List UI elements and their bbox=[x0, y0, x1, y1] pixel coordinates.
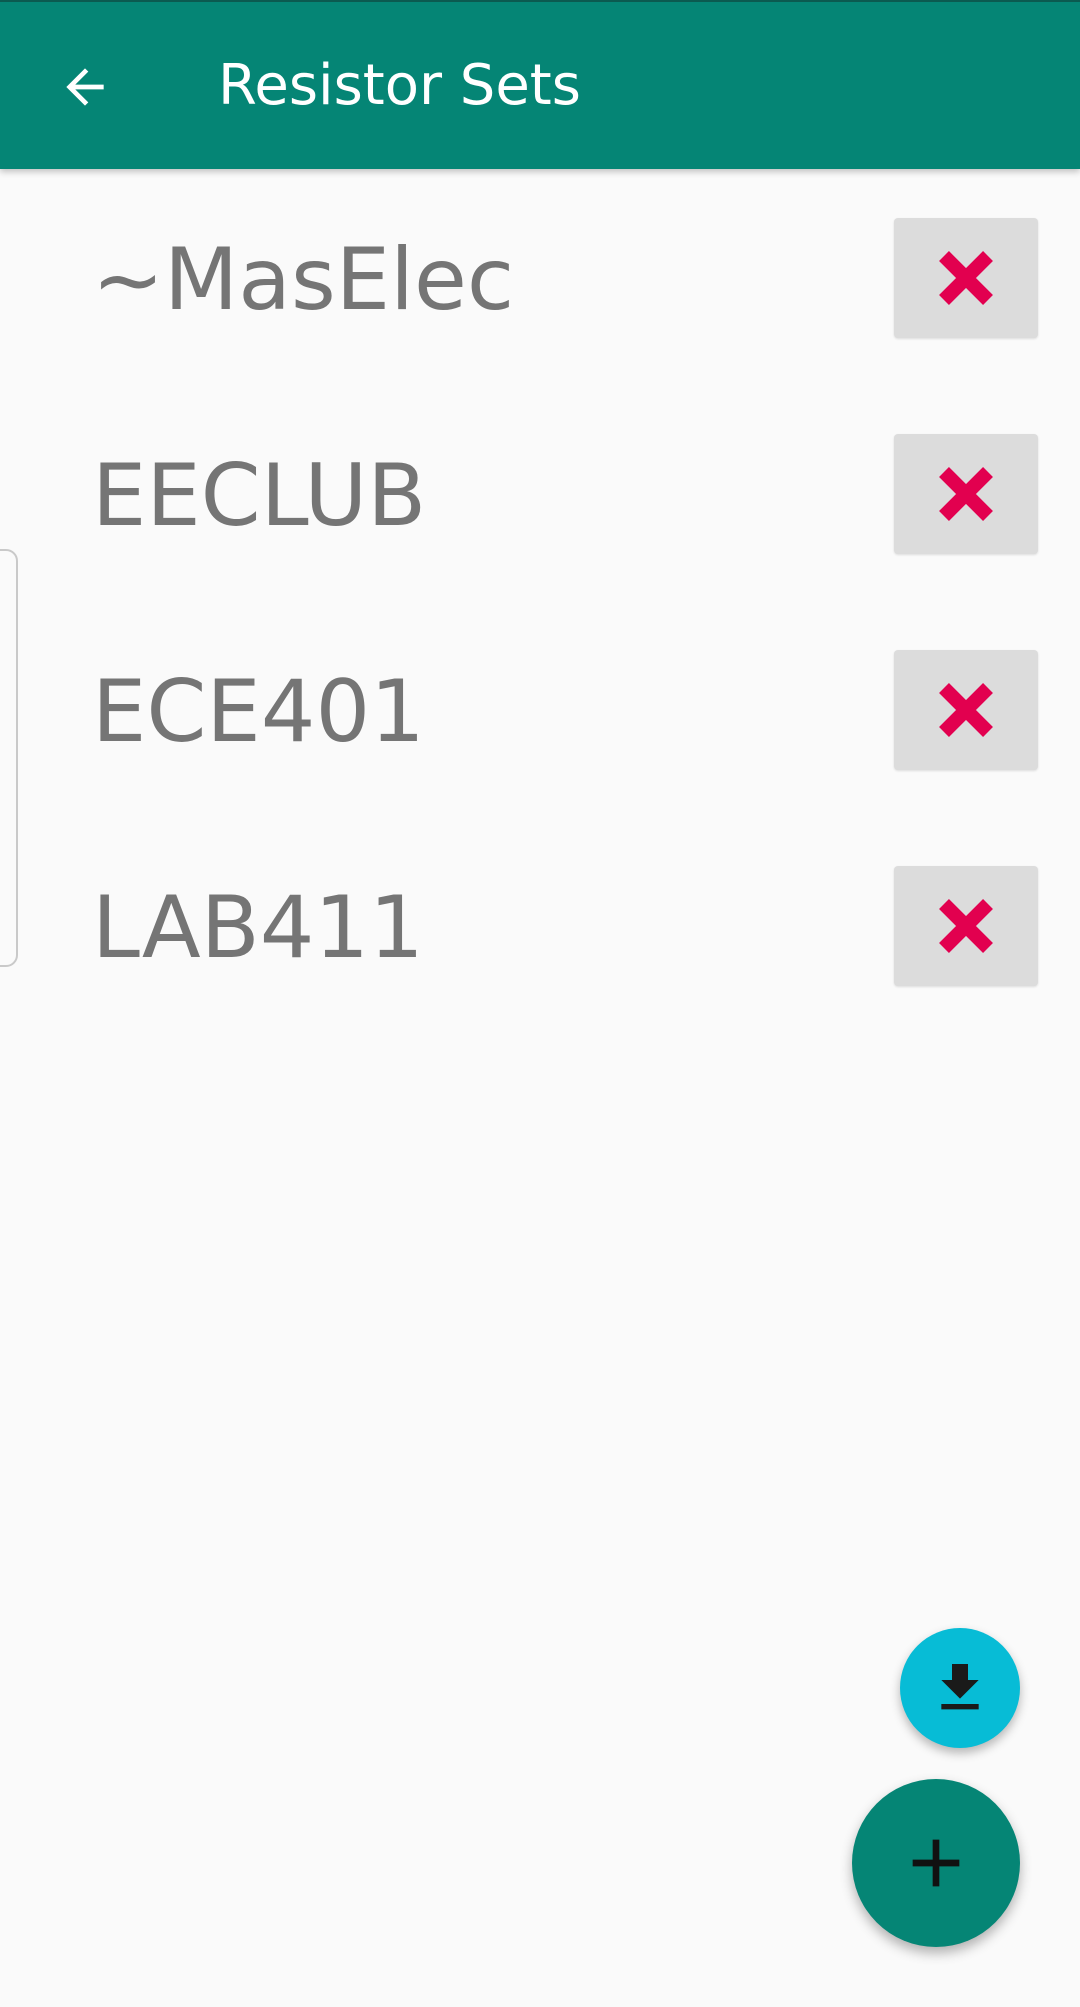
list-item[interactable]: ECE401 bbox=[0, 601, 1080, 817]
add-icon bbox=[912, 1839, 960, 1887]
close-icon bbox=[939, 467, 993, 521]
list-item-label: ECE401 bbox=[92, 662, 425, 762]
arrow-back-icon bbox=[66, 68, 104, 106]
delete-set-button[interactable] bbox=[894, 866, 1038, 986]
list-item-label: EECLUB bbox=[92, 446, 427, 546]
close-icon bbox=[939, 683, 993, 737]
list-item[interactable]: LAB411 bbox=[0, 817, 1080, 1033]
close-icon bbox=[939, 899, 993, 953]
list-item-label: ~MasElec bbox=[92, 230, 515, 330]
list-item-label: LAB411 bbox=[92, 878, 424, 978]
page-title: Resistor Sets bbox=[218, 53, 581, 118]
import-set-button[interactable] bbox=[900, 1628, 1020, 1748]
download-icon bbox=[941, 1664, 979, 1710]
status-bar-edge bbox=[0, 0, 1080, 2]
delete-set-button[interactable] bbox=[894, 650, 1038, 770]
list-item[interactable]: EECLUB bbox=[0, 385, 1080, 601]
list-item[interactable]: ~MasElec bbox=[0, 169, 1080, 385]
app-bar: Resistor Sets bbox=[0, 0, 1080, 169]
delete-set-button[interactable] bbox=[894, 434, 1038, 554]
delete-set-button[interactable] bbox=[894, 218, 1038, 338]
close-icon bbox=[939, 251, 993, 305]
add-set-button[interactable] bbox=[852, 1779, 1020, 1947]
back-button[interactable] bbox=[40, 42, 130, 132]
